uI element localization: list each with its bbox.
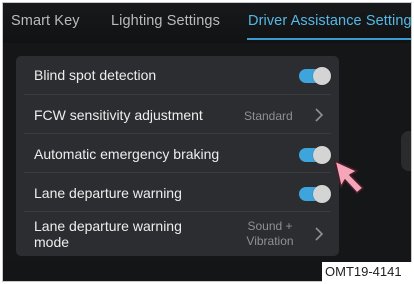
setting-value-line1: Sound +: [247, 219, 293, 233]
setting-label: Blind spot detection: [34, 67, 157, 83]
setting-label: Automatic emergency braking: [34, 146, 220, 162]
blind-spot-detection-toggle[interactable]: [299, 67, 331, 85]
setting-label-line2: mode: [34, 234, 70, 250]
setting-row-lane-departure-warning-mode[interactable]: Lane departure warning mode Sound + Vibr…: [16, 212, 339, 256]
tab-bar: Smart Key Lighting Settings Driver Assis…: [3, 3, 411, 43]
chevron-right-icon[interactable]: [314, 108, 324, 122]
tab-driver-assistance-settings[interactable]: Driver Assistance Settings: [248, 13, 411, 29]
setting-row-blind-spot-detection[interactable]: Blind spot detection: [16, 56, 339, 95]
setting-label-line1: Lane departure warning: [34, 218, 182, 234]
setting-row-lane-departure-warning[interactable]: Lane departure warning: [16, 173, 339, 212]
automatic-emergency-braking-toggle[interactable]: [299, 146, 331, 164]
pointer-cursor-icon: [334, 160, 364, 194]
toggle-knob: [313, 146, 331, 164]
side-edge-element: [401, 131, 411, 171]
toggle-knob: [313, 67, 331, 85]
setting-row-automatic-emergency-braking[interactable]: Automatic emergency braking: [16, 134, 339, 173]
tab-lighting-settings[interactable]: Lighting Settings: [111, 13, 220, 29]
setting-label: Lane departure warning: [34, 185, 182, 201]
settings-panel: Blind spot detection FCW sensitivity adj…: [16, 56, 339, 256]
chevron-right-icon[interactable]: [314, 227, 324, 241]
active-tab-indicator: [247, 38, 411, 40]
setting-row-fcw-sensitivity[interactable]: FCW sensitivity adjustment Standard: [16, 95, 339, 134]
setting-value-line2: Vibration: [246, 234, 294, 248]
lane-departure-warning-toggle[interactable]: [299, 185, 331, 203]
setting-value: Standard: [244, 109, 293, 123]
figure-code-label: OMT19-4141: [322, 262, 414, 282]
toggle-knob: [313, 185, 331, 203]
setting-label: FCW sensitivity adjustment: [34, 107, 203, 123]
tab-smart-key[interactable]: Smart Key: [11, 13, 80, 29]
screen-frame: Smart Key Lighting Settings Driver Assis…: [2, 2, 412, 282]
